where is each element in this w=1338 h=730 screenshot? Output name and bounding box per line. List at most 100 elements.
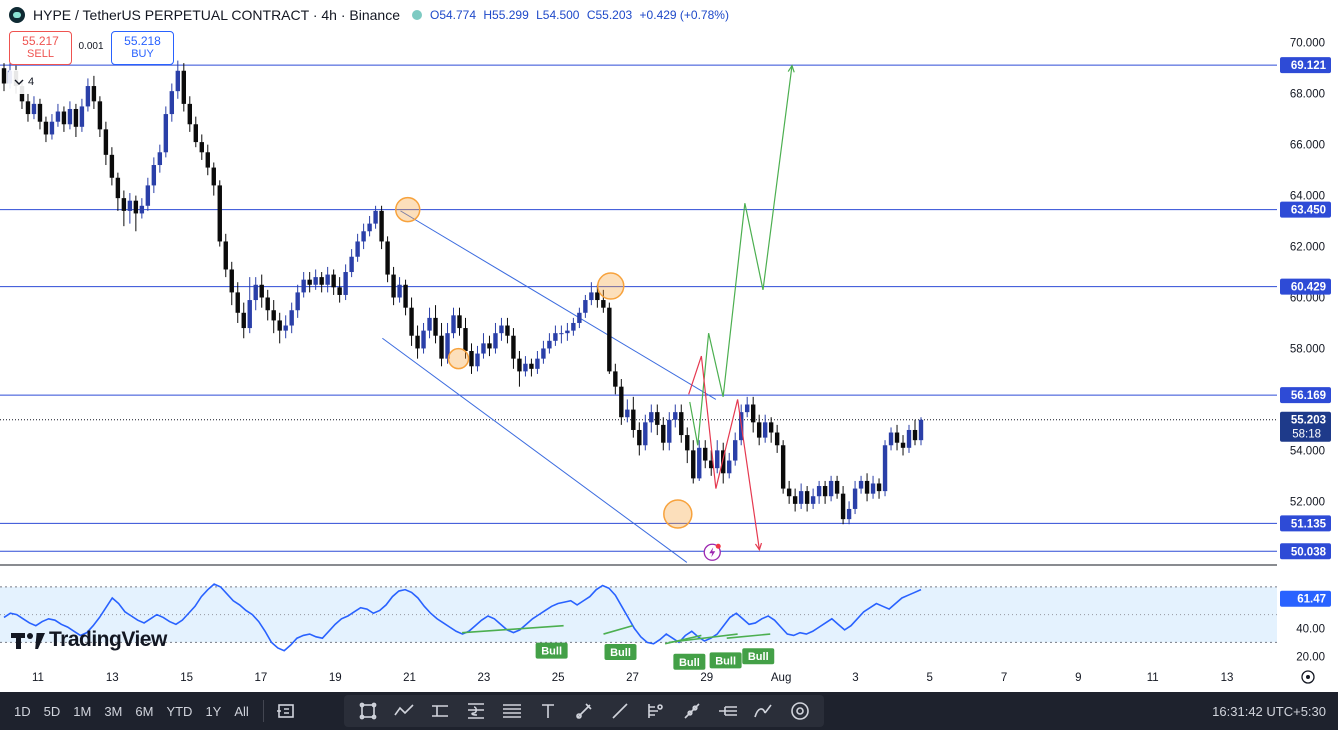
pivot-marker (663, 499, 693, 529)
candle-up (475, 353, 480, 367)
timeframe-5d[interactable]: 5D (44, 704, 61, 719)
candle-up (343, 272, 348, 295)
target-icon[interactable] (788, 699, 812, 723)
timeframe-1m[interactable]: 1M (73, 704, 91, 719)
candle-down (415, 335, 420, 349)
candle-down (457, 315, 462, 329)
timeframe-ytd[interactable]: YTD (166, 704, 192, 719)
symbol-logo-icon[interactable] (9, 7, 25, 23)
timeframe-6m[interactable]: 6M (135, 704, 153, 719)
time-tick-label: 27 (626, 672, 639, 684)
candle-down (661, 424, 666, 443)
candle-up (583, 300, 588, 313)
candle-down (631, 409, 636, 430)
regression-icon[interactable] (644, 699, 668, 723)
time-tick-label: 13 (1221, 672, 1234, 684)
candle-down (109, 154, 115, 178)
candle-down (505, 325, 510, 336)
timeframe-all[interactable]: All (234, 704, 248, 719)
brush-icon[interactable] (572, 699, 596, 723)
long-position-icon[interactable] (428, 699, 452, 723)
candle-up (816, 486, 822, 497)
candle-up (565, 330, 570, 334)
candle-down (403, 284, 408, 308)
candle-down (529, 363, 534, 369)
path-icon[interactable] (392, 699, 416, 723)
ohlc-values: O54.774 H55.299 L54.500 C55.203 +0.429 (… (430, 8, 733, 22)
candle-down (637, 429, 642, 446)
bull-label-text: Bull (679, 657, 700, 669)
candle-down (619, 386, 624, 418)
candle-up (828, 480, 834, 497)
candle-down (840, 493, 846, 520)
bull-label-text: Bull (610, 647, 631, 659)
timeframe-1y[interactable]: 1Y (205, 704, 221, 719)
candle-down (469, 351, 474, 367)
level-price-label: 50.038 (1291, 546, 1327, 558)
candle-down (774, 432, 780, 446)
candle-down (217, 185, 222, 242)
price-tick-label: 64.000 (1290, 191, 1325, 203)
symbol-title[interactable]: HYPE / TetherUS PERPETUAL CONTRACT · 4h … (33, 7, 400, 23)
clock[interactable]: 16:31:42 UTC+5:30 (1212, 704, 1326, 719)
candle-down (834, 480, 840, 494)
pivot-marker (597, 272, 625, 300)
sell-button[interactable]: 55.217 SELL (9, 31, 72, 65)
level-price-label: 51.135 (1291, 518, 1327, 530)
fib-icon[interactable] (500, 699, 524, 723)
price-tick-label: 58.000 (1290, 343, 1325, 355)
settings-gear-center (1306, 675, 1310, 679)
pitchfork-icon[interactable] (716, 699, 740, 723)
candle-up (667, 419, 672, 443)
tradingview-logo[interactable]: TradingView (11, 628, 167, 652)
parallel-channel-icon[interactable] (680, 699, 704, 723)
candle-down (1, 68, 7, 84)
candle-up (715, 450, 720, 469)
candle-up (397, 284, 402, 298)
candle-down (259, 284, 264, 298)
candle-down (121, 198, 127, 211)
sell-price: 55.217 (22, 34, 59, 48)
replay-icon[interactable] (274, 699, 298, 723)
curve-icon[interactable] (752, 699, 776, 723)
candle-up (253, 284, 258, 301)
candle-down (786, 488, 792, 497)
ohlc-change: +0.429 (+0.78%) (639, 8, 729, 22)
time-tick-label: 11 (32, 672, 44, 684)
candle-up (49, 121, 55, 135)
time-tick-label: 29 (700, 672, 713, 684)
candle-up (427, 317, 432, 331)
candle-down (511, 335, 516, 359)
candle-down (235, 292, 240, 313)
ohlc-low: L54.500 (536, 8, 580, 22)
candle-down (439, 335, 444, 359)
rectangle-icon[interactable] (356, 699, 380, 723)
candle-up (85, 86, 91, 107)
level-price-label: 56.169 (1291, 390, 1326, 402)
level-price-label: 60.429 (1291, 282, 1326, 294)
candle-up (325, 274, 330, 285)
candle-down (307, 279, 312, 285)
candle-up (355, 241, 360, 257)
market-status-icon (411, 10, 422, 20)
candle-down (331, 274, 336, 288)
indicators-collapse-button[interactable]: 4 (8, 70, 40, 94)
candle-up (649, 412, 654, 423)
timeframe-3m[interactable]: 3M (104, 704, 122, 719)
price-chart[interactable]: BullBullBullBullBullBull 70.00068.00066.… (0, 0, 1338, 692)
timeframe-1d[interactable]: 1D (14, 704, 31, 719)
candle-up (67, 108, 73, 125)
candle-up (79, 106, 85, 127)
candle-down (97, 101, 103, 130)
candle-down (271, 310, 276, 321)
time-tick-label: 3 (852, 672, 858, 684)
short-position-icon[interactable] (464, 699, 488, 723)
candle-down (613, 371, 618, 387)
candle-up (31, 103, 37, 115)
text-icon[interactable] (536, 699, 560, 723)
price-tick-label: 70.000 (1290, 38, 1325, 50)
candle-up (541, 348, 546, 359)
trend-line-icon[interactable] (608, 699, 632, 723)
candle-up (313, 277, 318, 285)
buy-button[interactable]: 55.218 BUY (111, 31, 174, 65)
